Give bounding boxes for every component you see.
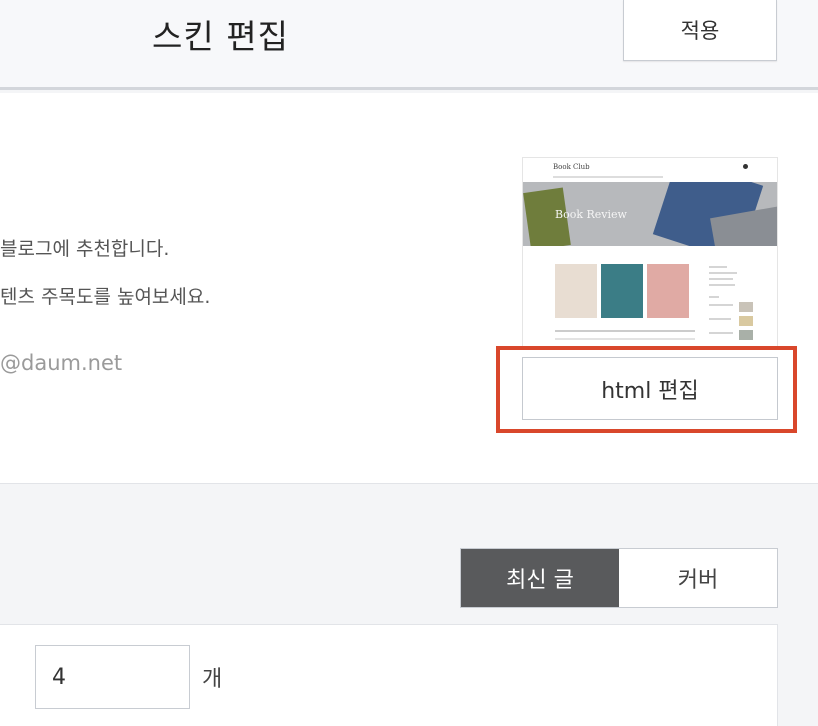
- post-count-panel: 개: [0, 624, 778, 726]
- thumbnail-menu-dot: [743, 164, 748, 169]
- sidebar-line: [709, 332, 733, 334]
- thumbnail-hero: Book Review: [523, 182, 777, 246]
- sidebar-image: [739, 330, 753, 340]
- skin-thumbnail: Book Club Book Review: [522, 157, 778, 349]
- skin-description-line1: 블로그에 추천합니다.: [0, 238, 170, 260]
- sidebar-line: [709, 284, 735, 286]
- header: 스킨 편집 적용: [0, 0, 818, 90]
- thumbnail-logo: Book Club: [553, 163, 590, 171]
- author-email: @daum.net: [0, 351, 123, 375]
- thumbnail-post-line: [555, 338, 695, 340]
- post-count-input[interactable]: [35, 645, 190, 709]
- sidebar-line: [709, 318, 731, 320]
- sidebar-line: [709, 278, 733, 280]
- tab-cover[interactable]: 커버: [619, 549, 777, 607]
- thumbnail-sidebar: [709, 264, 754, 344]
- thumbnail-post-line: [555, 330, 695, 332]
- apply-button[interactable]: 적용: [623, 0, 777, 61]
- html-edit-button[interactable]: html 편집: [522, 357, 778, 420]
- thumbnail-hero-text: Book Review: [555, 208, 627, 221]
- post-count-unit: 개: [202, 667, 223, 692]
- sidebar-line: [709, 272, 737, 274]
- skin-info-section: 블로그에 추천합니다. 텐츠 주목도를 높여보세요. @daum.net Boo…: [0, 93, 818, 484]
- sidebar-line: [709, 296, 719, 298]
- sidebar-image: [739, 302, 753, 312]
- sidebar-line: [709, 266, 727, 268]
- sidebar-line: [709, 304, 733, 306]
- list-type-toggle: 최신 글 커버: [460, 548, 778, 608]
- thumbnail-menu: [553, 176, 663, 178]
- page-title: 스킨 편집: [152, 17, 289, 56]
- tab-latest-posts[interactable]: 최신 글: [461, 549, 619, 607]
- thumbnail-card: [555, 264, 597, 318]
- skin-description-line2: 텐츠 주목도를 높여보세요.: [0, 286, 211, 308]
- sidebar-image: [739, 316, 753, 326]
- thumbnail-card: [601, 264, 643, 318]
- thumbnail-card: [647, 264, 689, 318]
